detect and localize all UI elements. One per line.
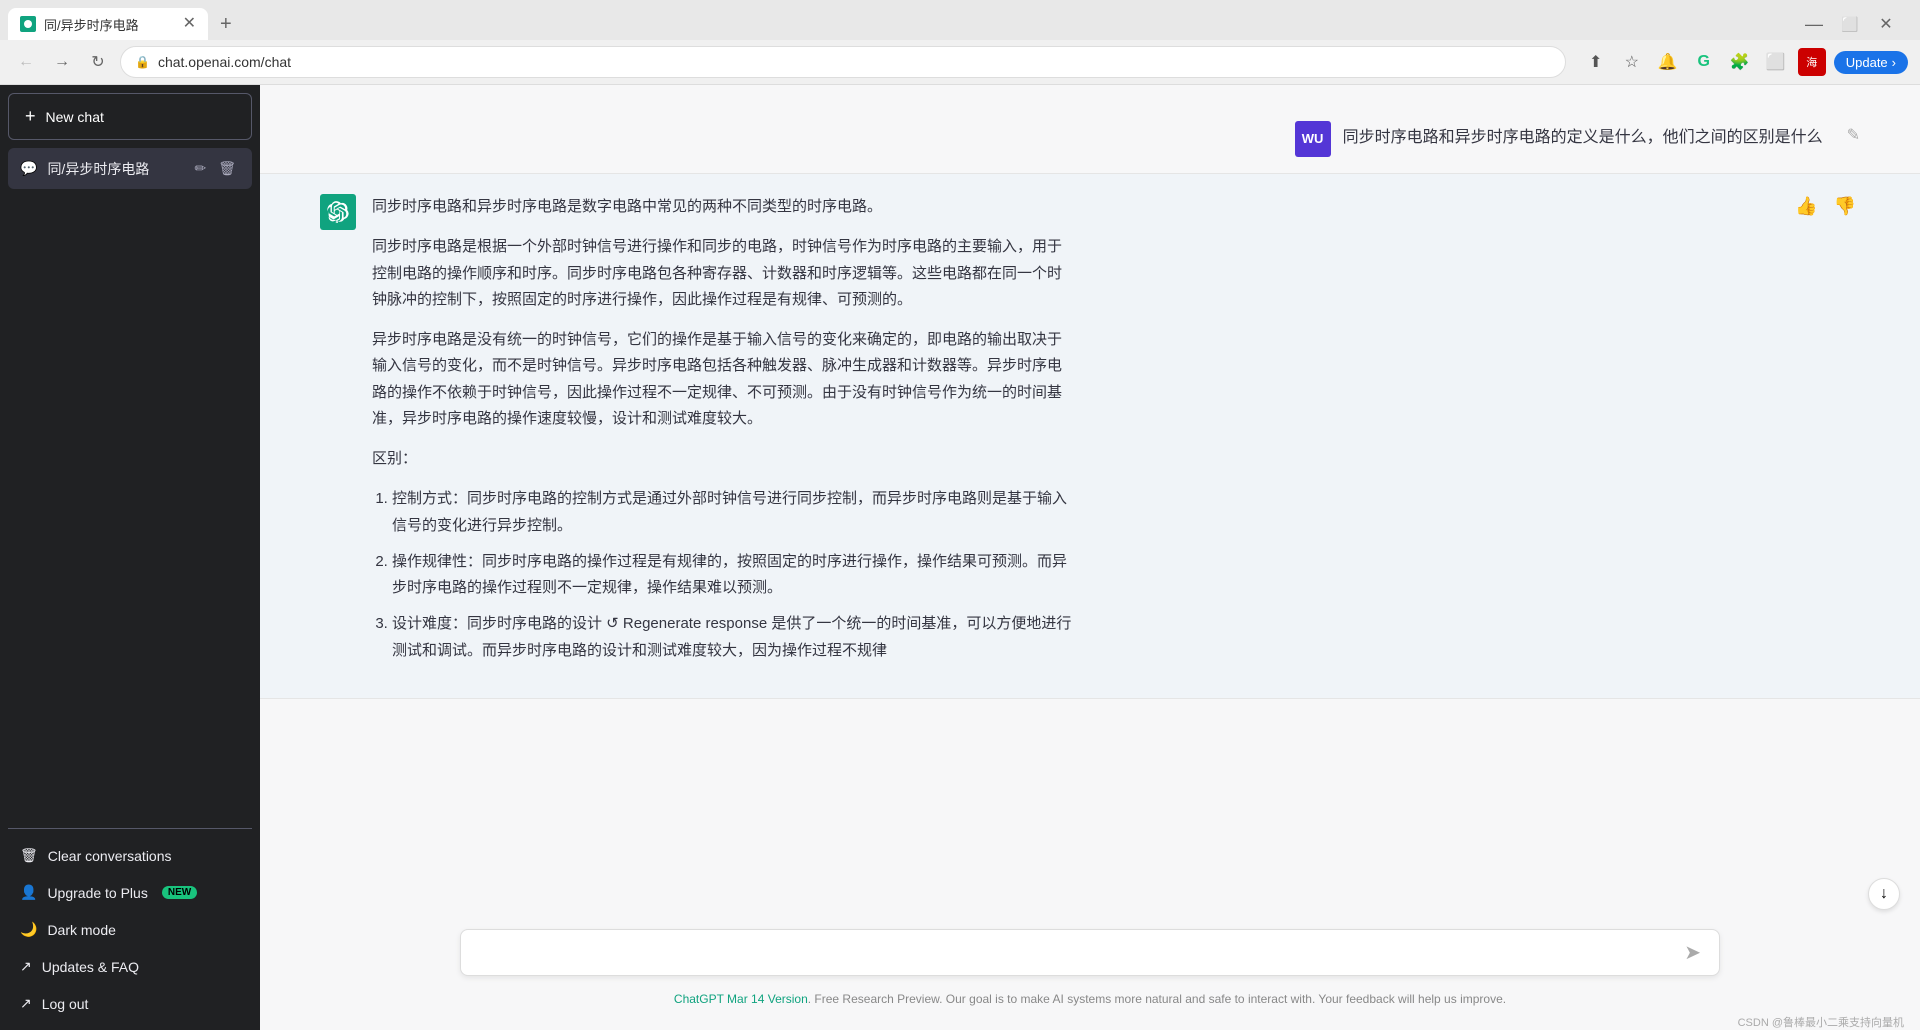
maximize-button[interactable]: ⬜	[1836, 10, 1864, 38]
new-chat-label: New chat	[46, 109, 104, 125]
async-description: 异步时序电路是没有统一的时钟信号，它们的操作是基于输入信号的变化来确定的，即电路…	[372, 327, 1072, 432]
edit-message-icon[interactable]: ✎	[1847, 125, 1860, 145]
sidebar-bottom: 🗑 Clear conversations 👤 Upgrade to Plus …	[8, 828, 252, 1022]
dark-mode-label: Dark mode	[47, 922, 115, 938]
input-area: ➤	[260, 917, 1920, 988]
translate-icon[interactable]: G	[1690, 48, 1718, 76]
input-box: ➤	[460, 929, 1720, 976]
diff-title: 区别：	[372, 446, 1072, 472]
user-icon: 👤	[20, 884, 37, 901]
user-message: WU 同步时序电路和异步时序电路的定义是什么，他们之间的区别是什么 ✎	[260, 105, 1920, 173]
tab-title: 同/异步时序电路	[44, 15, 175, 34]
browser-chrome: 同/异步时序电路 ✕ + — ⬜ ✕ ← → ↻ 🔒 chat.openai.c…	[0, 0, 1920, 85]
footer-right: CSDN @鲁棒最小二乘支持向量机	[260, 1014, 1920, 1030]
diff-item-2: 操作规律性：同步时序电路的操作过程是有规律的，按照固定的时序进行操作，操作结果可…	[392, 549, 1072, 602]
thumbs-up-button[interactable]: 👍	[1791, 194, 1821, 219]
tab-bar: 同/异步时序电路 ✕ + — ⬜ ✕	[0, 0, 1920, 40]
clear-conversations-button[interactable]: 🗑 Clear conversations	[8, 837, 252, 874]
sidebar-spacer	[8, 191, 252, 828]
trash-icon: 🗑	[20, 847, 38, 864]
chat-history-item[interactable]: 💬 同/异步时序电路 ✏ 🗑	[8, 148, 252, 189]
updates-faq-label: Updates & FAQ	[42, 959, 139, 975]
url-text: chat.openai.com/chat	[158, 54, 291, 70]
moon-icon: 🌙	[20, 921, 37, 938]
assistant-message: 同步时序电路和异步时序电路是数字电路中常见的两种不同类型的时序电路。 同步时序电…	[260, 173, 1920, 699]
upgrade-label: Upgrade to Plus	[47, 885, 147, 901]
update-button[interactable]: Update ›	[1834, 51, 1908, 74]
thumbs-down-button[interactable]: 👎	[1830, 194, 1860, 219]
chat-item-actions: ✏ 🗑	[190, 158, 240, 179]
plus-icon: +	[25, 106, 36, 127]
edit-chat-button[interactable]: ✏	[190, 158, 210, 179]
scroll-down-icon: ↓	[1880, 885, 1888, 903]
logout-icon: ↗	[20, 995, 32, 1012]
new-badge: NEW	[162, 886, 197, 899]
address-bar-row: ← → ↻ 🔒 chat.openai.com/chat ⬆ ☆ 🔔 G 🧩 ⬜…	[0, 40, 1920, 84]
upgrade-to-plus-button[interactable]: 👤 Upgrade to Plus NEW	[8, 874, 252, 911]
log-out-label: Log out	[42, 996, 89, 1012]
extensions-icon[interactable]: 🧩	[1726, 48, 1754, 76]
log-out-button[interactable]: ↗ Log out	[8, 985, 252, 1022]
chat-messages: WU 同步时序电路和异步时序电路的定义是什么，他们之间的区别是什么 ✎ 同步时序…	[260, 85, 1920, 917]
chat-item-label: 同/异步时序电路	[47, 159, 180, 179]
assistant-intro: 同步时序电路和异步时序电路是数字电路中常见的两种不同类型的时序电路。	[372, 194, 1072, 220]
browser-sidebar-icon[interactable]: ⬜	[1762, 48, 1790, 76]
new-chat-button[interactable]: + New chat	[8, 93, 252, 140]
user-avatar: WU	[1295, 121, 1331, 157]
chat-bubble-icon: 💬	[20, 160, 37, 177]
lock-icon: 🔒	[135, 55, 150, 69]
address-field[interactable]: 🔒 chat.openai.com/chat	[120, 46, 1566, 78]
app: + New chat 💬 同/异步时序电路 ✏ 🗑 🗑 Clear conver…	[0, 85, 1920, 1030]
footer-text: ChatGPT Mar 14 Version. Free Research Pr…	[260, 988, 1920, 1014]
minimize-button[interactable]: —	[1800, 10, 1828, 38]
user-question-text: 同步时序电路和异步时序电路的定义是什么，他们之间的区别是什么	[1343, 121, 1823, 151]
send-icon: ➤	[1684, 942, 1701, 964]
back-button[interactable]: ←	[12, 48, 40, 76]
update-label: Update	[1846, 55, 1888, 70]
refresh-button[interactable]: ↻	[84, 48, 112, 76]
sidebar: + New chat 💬 同/异步时序电路 ✏ 🗑 🗑 Clear conver…	[0, 85, 260, 1030]
dark-mode-button[interactable]: 🌙 Dark mode	[8, 911, 252, 948]
updates-faq-button[interactable]: ↗ Updates & FAQ	[8, 948, 252, 985]
bell-icon[interactable]: 🔔	[1654, 48, 1682, 76]
send-button[interactable]: ➤	[1680, 940, 1705, 965]
update-arrow: ›	[1892, 55, 1896, 70]
share-icon[interactable]: ⬆	[1582, 48, 1610, 76]
openai-avatar	[320, 194, 356, 230]
tab-close-button[interactable]: ✕	[183, 16, 196, 32]
haiwai-icon[interactable]: 海	[1798, 48, 1826, 76]
new-tab-button[interactable]: +	[212, 13, 240, 36]
diff-item-1: 控制方式：同步时序电路的控制方式是通过外部时钟信号进行同步控制，而异步时序电路则…	[392, 486, 1072, 539]
external-link-icon: ↗	[20, 958, 32, 975]
chat-area: WU 同步时序电路和异步时序电路的定义是什么，他们之间的区别是什么 ✎ 同步时序…	[260, 85, 1920, 1030]
active-tab[interactable]: 同/异步时序电路 ✕	[8, 8, 208, 40]
close-window-button[interactable]: ✕	[1872, 10, 1900, 38]
bookmark-icon[interactable]: ☆	[1618, 48, 1646, 76]
user-message-content: WU 同步时序电路和异步时序电路的定义是什么，他们之间的区别是什么	[1295, 121, 1823, 157]
browser-actions: ⬆ ☆ 🔔 G 🧩 ⬜ 海 Update ›	[1582, 48, 1908, 76]
chat-input[interactable]	[475, 941, 1680, 965]
delete-chat-button[interactable]: 🗑	[214, 158, 240, 179]
diff-list: 控制方式：同步时序电路的控制方式是通过外部时钟信号进行同步控制，而异步时序电路则…	[392, 486, 1072, 664]
assistant-actions: 👍 👎	[1791, 194, 1860, 219]
assistant-content: 同步时序电路和异步时序电路是数字电路中常见的两种不同类型的时序电路。 同步时序电…	[372, 194, 1072, 678]
sync-description: 同步时序电路是根据一个外部时钟信号进行操作和同步的电路，时钟信号作为时序电路的主…	[372, 234, 1072, 313]
scroll-down-button[interactable]: ↓	[1868, 878, 1900, 910]
chatgpt-version-link[interactable]: ChatGPT Mar 14 Version	[674, 992, 808, 1006]
forward-button[interactable]: →	[48, 48, 76, 76]
tab-favicon	[20, 16, 36, 32]
clear-conversations-label: Clear conversations	[48, 848, 172, 864]
diff-item-3: 设计难度：同步时序电路的设计 ↺ Regenerate response 是供了…	[392, 611, 1072, 664]
